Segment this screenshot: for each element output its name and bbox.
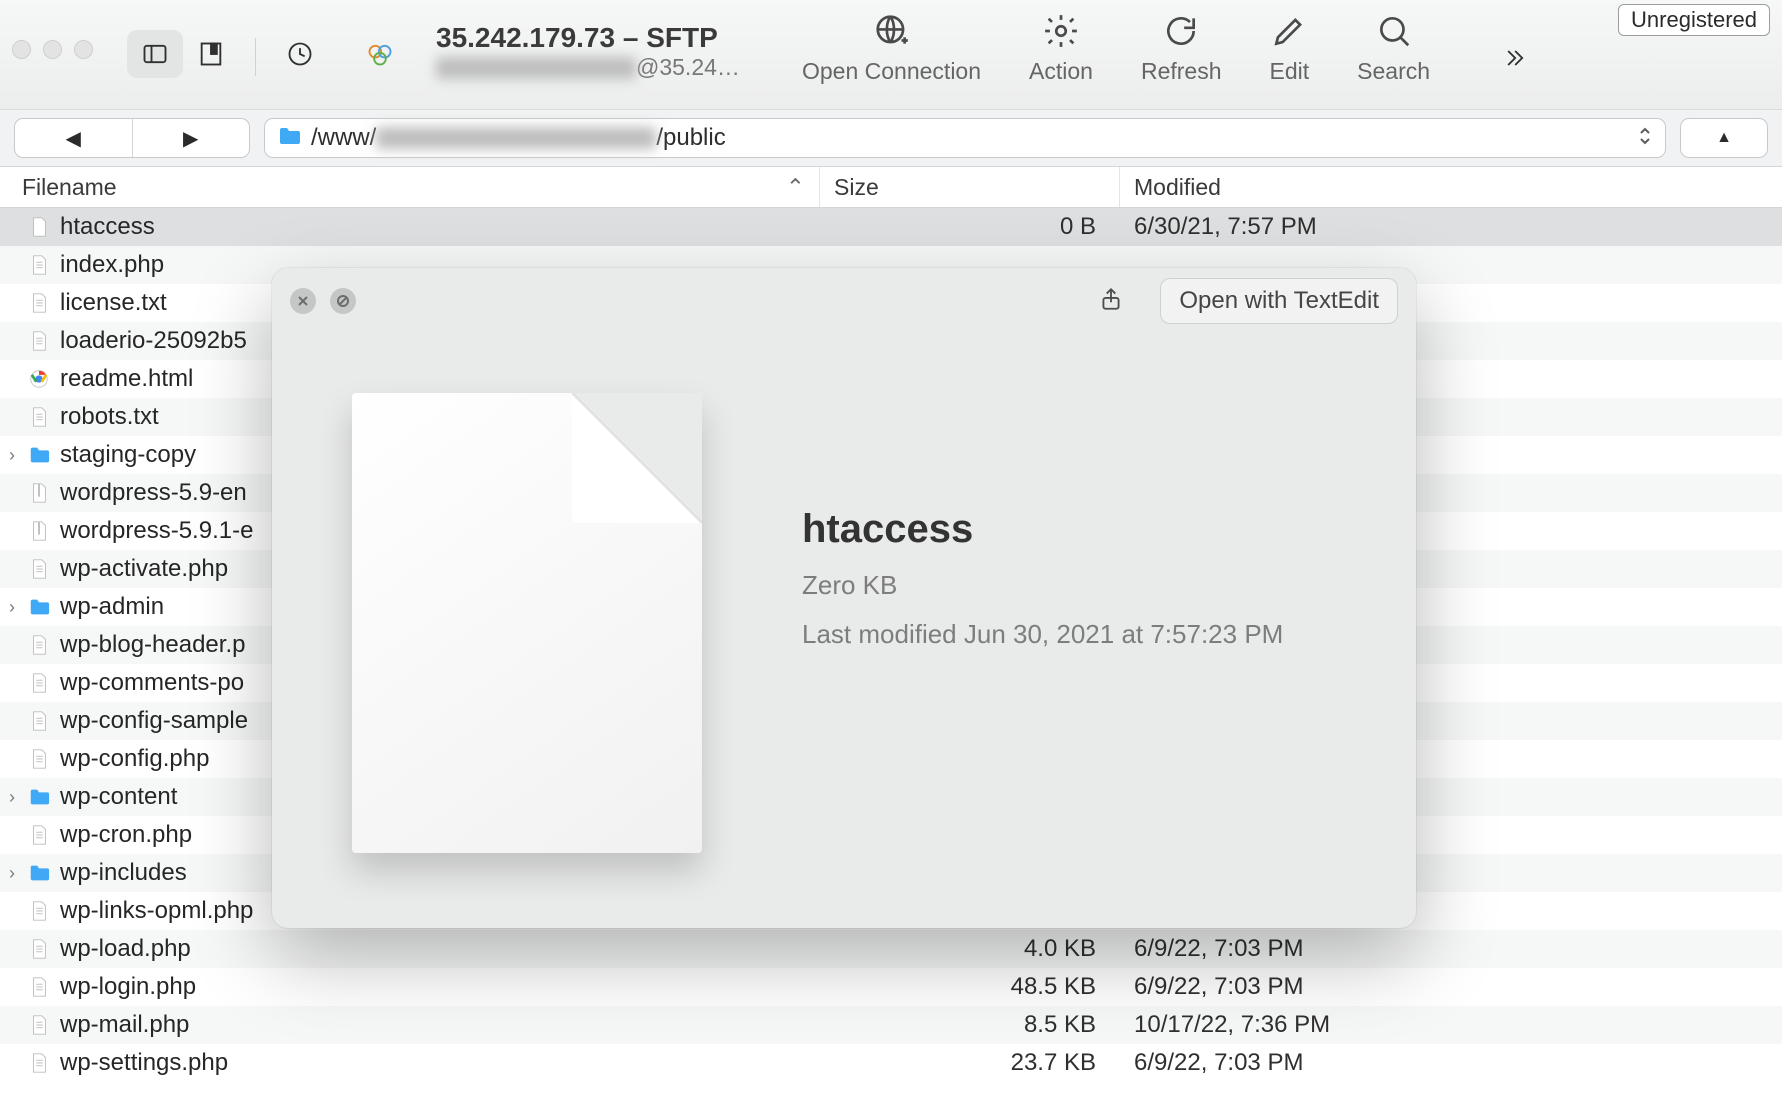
file-modified: 6/30/21, 7:57 PM — [1120, 213, 1782, 241]
minimize-window[interactable] — [43, 40, 62, 59]
doc-icon — [24, 824, 54, 846]
folder-icon — [24, 596, 54, 618]
path-bar: ◀ ▶ /www/ x /public ▲ — [0, 110, 1782, 166]
path-text: /www/ x /public — [311, 124, 726, 152]
file-name: wp-settings.php — [54, 1049, 820, 1077]
doc-icon — [24, 1052, 54, 1074]
file-modified: 6/9/22, 7:03 PM — [1120, 973, 1782, 1001]
file-thumbnail — [352, 393, 702, 853]
table-row[interactable]: wp-mail.php8.5 KB10/17/22, 7:36 PM — [0, 1006, 1782, 1044]
table-row[interactable]: wp-load.php4.0 KB6/9/22, 7:03 PM — [0, 930, 1782, 968]
column-modified[interactable]: Modified — [1120, 167, 1782, 207]
zip-icon — [24, 520, 54, 542]
file-modified: 10/17/22, 7:36 PM — [1120, 1011, 1782, 1039]
sort-ascending-icon: ⌃ — [786, 174, 805, 201]
history-icon[interactable] — [272, 30, 328, 78]
doc-icon — [24, 672, 54, 694]
file-size: 4.0 KB — [820, 935, 1120, 963]
search-button[interactable]: Search — [1357, 12, 1430, 85]
host-subtitle: xxxx @35.24… — [436, 54, 746, 81]
window-controls — [12, 40, 93, 59]
doc-icon — [24, 292, 54, 314]
host-title: 35.242.179.73 – SFTP — [436, 22, 746, 54]
chrome-icon — [24, 368, 54, 390]
column-size[interactable]: Size — [820, 167, 1120, 207]
file-size: 48.5 KB — [820, 973, 1120, 1001]
file-name: htaccess — [54, 213, 820, 241]
quicklook-modified: Last modified Jun 30, 2021 at 7:57:23 PM — [802, 619, 1283, 650]
doc-icon — [24, 634, 54, 656]
quicklook-close-icon[interactable] — [290, 288, 316, 314]
close-window[interactable] — [12, 40, 31, 59]
folder-icon — [24, 786, 54, 808]
file-modified: 6/9/22, 7:03 PM — [1120, 1049, 1782, 1077]
quicklook-size: Zero KB — [802, 570, 1283, 601]
folder-icon — [24, 862, 54, 884]
file-size: 0 B — [820, 213, 1120, 241]
toolbar-actions: Open Connection Action Refresh Edit Sear… — [802, 12, 1430, 85]
doc-icon — [24, 976, 54, 998]
sync-icon[interactable] — [352, 30, 408, 78]
connection-title: 35.242.179.73 – SFTP xxxx @35.24… — [436, 22, 746, 81]
toolbar: 35.242.179.73 – SFTP xxxx @35.24… Open C… — [0, 0, 1782, 110]
action-button[interactable]: Action — [1029, 12, 1093, 85]
sidebar-toggle-icon[interactable] — [127, 30, 183, 78]
file-name: wp-login.php — [54, 973, 820, 1001]
doc-icon — [24, 330, 54, 352]
doc-icon — [24, 254, 54, 276]
overflow-icon[interactable] — [1486, 34, 1542, 82]
doc-icon — [24, 938, 54, 960]
doc-icon — [24, 558, 54, 580]
file-size: 23.7 KB — [820, 1049, 1120, 1077]
username-redacted: xxxx — [436, 57, 636, 79]
doc-icon — [24, 1014, 54, 1036]
file-name: wp-load.php — [54, 935, 820, 963]
disclosure-triangle[interactable]: › — [0, 445, 24, 466]
file-modified: 6/9/22, 7:03 PM — [1120, 935, 1782, 963]
disclosure-triangle[interactable]: › — [0, 863, 24, 884]
folder-icon — [24, 444, 54, 466]
disclosure-triangle[interactable]: › — [0, 597, 24, 618]
doc-icon — [24, 710, 54, 732]
unregistered-badge[interactable]: Unregistered — [1618, 4, 1770, 36]
path-dropdown-icon[interactable] — [1637, 125, 1653, 152]
quicklook-panel: Open with TextEdit htaccess Zero KB Last… — [272, 268, 1416, 928]
bookmarks-icon[interactable] — [183, 30, 239, 78]
quicklook-filename: htaccess — [802, 507, 1283, 552]
go-up-button[interactable]: ▲ — [1680, 118, 1768, 158]
zoom-window[interactable] — [74, 40, 93, 59]
column-filename[interactable]: Filename ⌃ — [0, 167, 820, 207]
blank-icon — [24, 216, 54, 238]
doc-icon — [24, 406, 54, 428]
nav-arrows: ◀ ▶ — [14, 118, 250, 158]
column-headers: Filename ⌃ Size Modified — [0, 166, 1782, 208]
table-row[interactable]: htaccess0 B6/30/21, 7:57 PM — [0, 208, 1782, 246]
table-row[interactable]: wp-login.php48.5 KB6/9/22, 7:03 PM — [0, 968, 1782, 1006]
disclosure-triangle[interactable]: › — [0, 787, 24, 808]
path-field[interactable]: /www/ x /public — [264, 118, 1666, 158]
separator — [255, 38, 256, 76]
path-redacted: x — [376, 127, 656, 149]
quicklook-fullscreen-icon[interactable] — [330, 288, 356, 314]
file-size: 8.5 KB — [820, 1011, 1120, 1039]
refresh-button[interactable]: Refresh — [1141, 12, 1222, 85]
doc-icon — [24, 900, 54, 922]
file-name: wp-mail.php — [54, 1011, 820, 1039]
open-connection-button[interactable]: Open Connection — [802, 12, 981, 85]
table-row[interactable]: wp-settings.php23.7 KB6/9/22, 7:03 PM — [0, 1044, 1782, 1082]
folder-icon — [277, 124, 301, 153]
nav-forward-button[interactable]: ▶ — [133, 119, 250, 157]
doc-icon — [24, 748, 54, 770]
nav-back-button[interactable]: ◀ — [15, 119, 133, 157]
edit-button[interactable]: Edit — [1270, 12, 1310, 85]
zip-icon — [24, 482, 54, 504]
